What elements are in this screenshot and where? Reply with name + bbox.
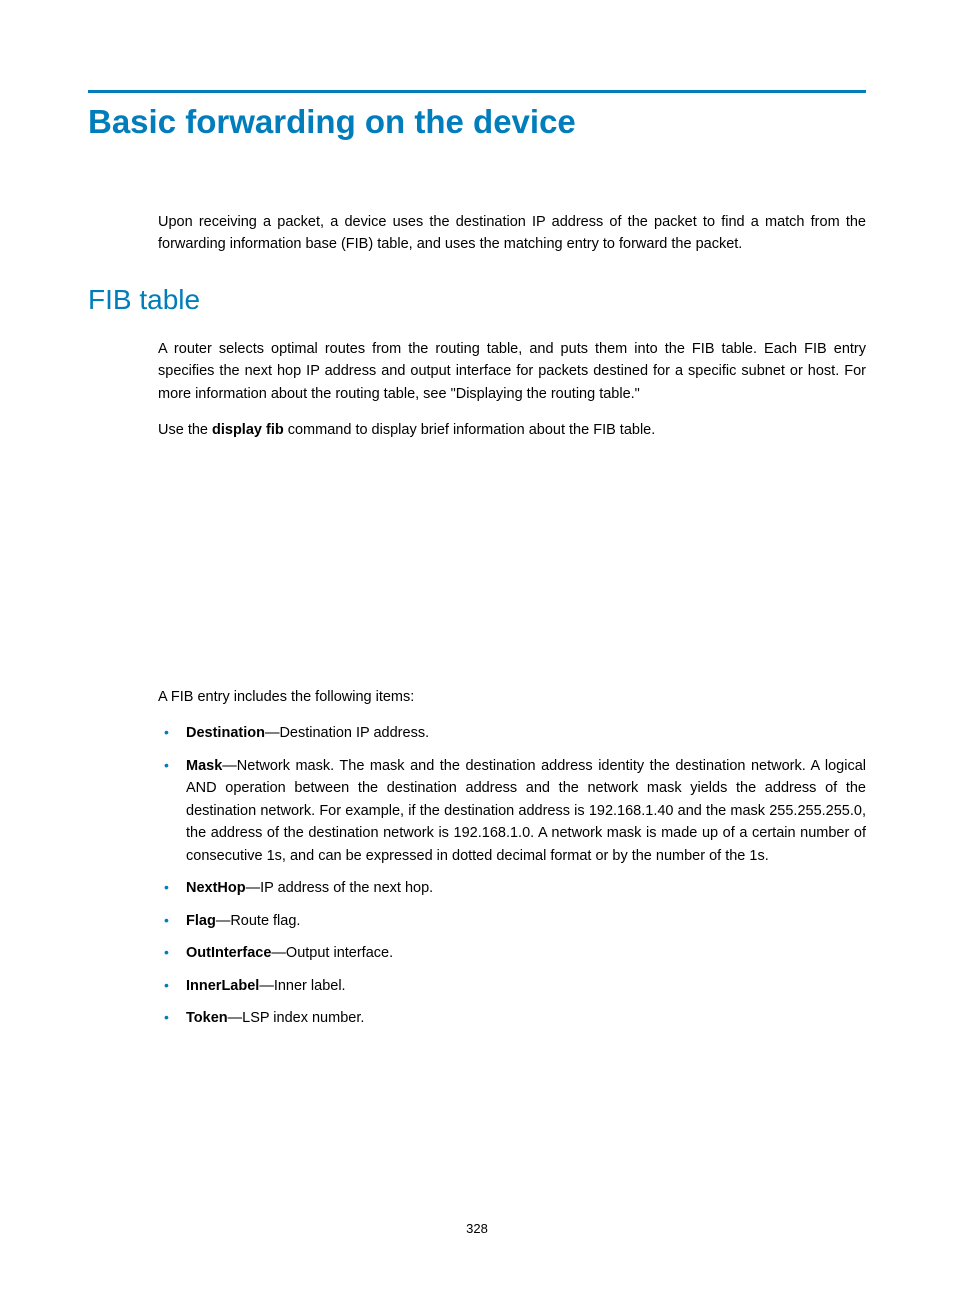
- list-item: InnerLabel—Inner label.: [158, 975, 866, 997]
- fib-items-list: Destination—Destination IP address. Mask…: [158, 722, 866, 1029]
- item-term: Mask: [186, 758, 222, 774]
- command-name: display fib: [212, 422, 284, 438]
- section-para-2: Use the display fib command to display b…: [158, 419, 866, 441]
- item-term: Flag: [186, 913, 216, 929]
- item-desc: —Output interface.: [271, 945, 393, 961]
- para2-pre: Use the: [158, 422, 212, 438]
- list-item: Flag—Route flag.: [158, 910, 866, 932]
- item-desc: —Inner label.: [259, 978, 345, 994]
- section-para-1: A router selects optimal routes from the…: [158, 338, 866, 405]
- item-term: Destination: [186, 725, 265, 741]
- item-term: NextHop: [186, 880, 246, 896]
- page-title: Basic forwarding on the device: [88, 103, 866, 141]
- item-term: OutInterface: [186, 945, 271, 961]
- blank-gap: [158, 456, 866, 686]
- item-desc: —IP address of the next hop.: [246, 880, 434, 896]
- item-desc: —Network mask. The mask and the destinat…: [186, 758, 866, 864]
- intro-paragraph: Upon receiving a packet, a device uses t…: [158, 211, 866, 256]
- item-desc: —Destination IP address.: [265, 725, 429, 741]
- list-item: Token—LSP index number.: [158, 1007, 866, 1029]
- title-rule: [88, 90, 866, 93]
- list-item: Destination—Destination IP address.: [158, 722, 866, 744]
- item-term: Token: [186, 1010, 228, 1026]
- page-number: 328: [0, 1221, 954, 1236]
- section-heading: FIB table: [88, 284, 866, 316]
- item-desc: —Route flag.: [216, 913, 301, 929]
- list-item: NextHop—IP address of the next hop.: [158, 877, 866, 899]
- document-page: Basic forwarding on the device Upon rece…: [0, 0, 954, 1296]
- item-term: InnerLabel: [186, 978, 259, 994]
- section-body: A router selects optimal routes from the…: [158, 338, 866, 1030]
- para2-post: command to display brief information abo…: [284, 422, 656, 438]
- list-item: Mask—Network mask. The mask and the dest…: [158, 755, 866, 867]
- list-item: OutInterface—Output interface.: [158, 942, 866, 964]
- section-para-3: A FIB entry includes the following items…: [158, 686, 866, 708]
- intro-block: Upon receiving a packet, a device uses t…: [158, 211, 866, 256]
- item-desc: —LSP index number.: [228, 1010, 365, 1026]
